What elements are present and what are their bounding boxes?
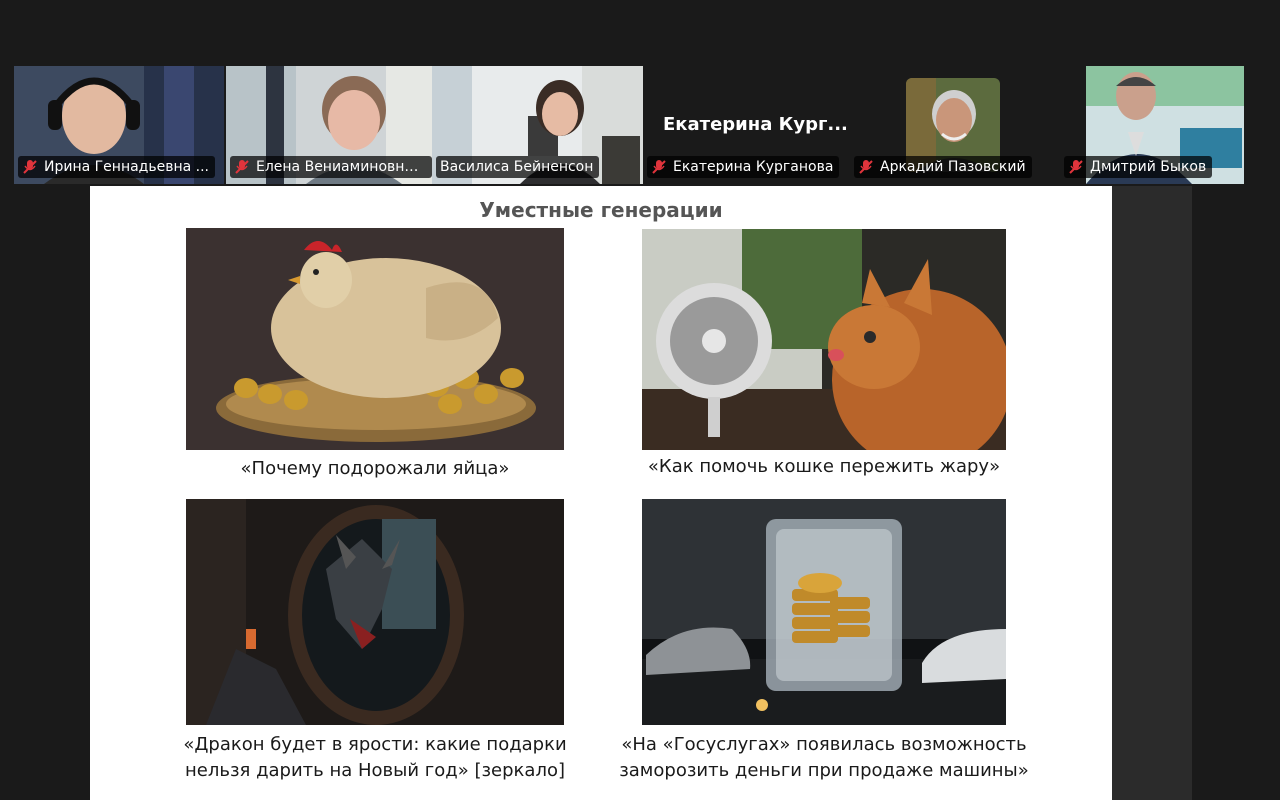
side-panel [1112, 186, 1192, 800]
frozen-coins-cars-image [642, 499, 1006, 725]
caption-frozen-line1: «На «Госуслугах» появилась возможность [621, 734, 1027, 755]
dragon-mirror-image [186, 499, 564, 725]
muted-mic-icon [1069, 160, 1083, 174]
participant-name: Василиса Бейненсон [440, 159, 594, 175]
participant-name: Елена Вениаминовна... [256, 159, 426, 175]
participant-name-tag: Василиса Бейненсон [436, 156, 600, 178]
participant-tile[interactable]: Ирина Геннадьевна ... [14, 66, 224, 184]
caption-dragon-line2: нельзя дарить на Новый год» [зеркало] [185, 760, 565, 781]
slide-title: Уместные генерации [479, 198, 723, 222]
participant-display-name: Екатерина Кург... [663, 114, 848, 135]
participant-name-tag: Ирина Геннадьевна ... [18, 156, 216, 178]
muted-mic-icon [859, 160, 873, 174]
caption-dragon-line1: «Дракон будет в ярости: какие подарки [183, 734, 567, 755]
caption-frozen: «На «Госуслугах» появилась возможность з… [606, 732, 1042, 784]
participant-tile[interactable]: Елена Вениаминовна... [226, 66, 432, 184]
shared-screen-slide: Уместные генерации «Почему подорожали яй… [90, 186, 1112, 800]
caption-dragon: «Дракон будет в ярости: какие подарки не… [146, 732, 604, 784]
participant-name-tag: Елена Вениаминовна... [230, 156, 432, 178]
golden-hen-eggs-image [186, 228, 564, 450]
participant-name-tag: Дмитрий Быков [1064, 156, 1213, 178]
participant-name: Ирина Геннадьевна ... [44, 159, 210, 175]
participant-tile[interactable]: Дмитрий Быков [1060, 66, 1268, 184]
cat-and-fan-image [642, 229, 1006, 450]
participant-tile[interactable]: Аркадий Пазовский [850, 66, 1056, 184]
participant-name-tag: Екатерина Курганова [647, 156, 840, 178]
participant-strip: Ирина Геннадьевна ... Елена Вениаминовна… [0, 66, 1280, 186]
muted-mic-icon [23, 160, 37, 174]
participant-name: Екатерина Курганова [673, 159, 834, 175]
muted-mic-icon [235, 160, 249, 174]
participant-tile-active-speaker[interactable]: Василиса Бейненсон [432, 66, 643, 184]
participant-tile[interactable]: Екатерина Кург... Екатерина Курганова [643, 66, 848, 184]
caption-frozen-line2: заморозить деньги при продаже машины» [619, 760, 1029, 781]
caption-eggs: «Почему подорожали яйца» [240, 458, 510, 479]
participant-name: Дмитрий Быков [1090, 159, 1207, 175]
meeting-top-bar [0, 0, 1280, 66]
muted-mic-icon [652, 160, 666, 174]
participant-name: Аркадий Пазовский [880, 159, 1026, 175]
caption-cat: «Как помочь кошке пережить жару» [647, 456, 1001, 477]
participant-name-tag: Аркадий Пазовский [854, 156, 1032, 178]
